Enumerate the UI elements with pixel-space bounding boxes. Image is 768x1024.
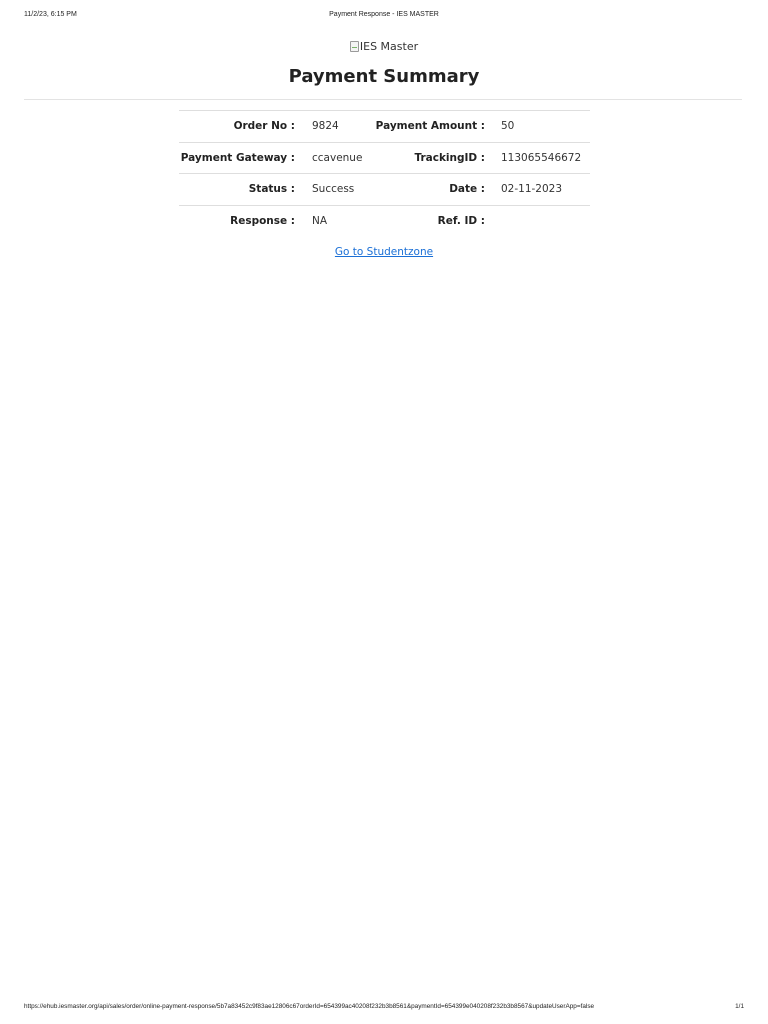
print-footer: https://ehub.iesmaster.org/api/sales/ord… [0, 1003, 768, 1013]
ref-id-value [485, 204, 590, 237]
broken-image-icon [349, 41, 359, 52]
page-title: Payment Summary [288, 66, 480, 87]
ref-id-label: Ref. ID : [370, 204, 485, 237]
print-page-title: Payment Response - IES MASTER [329, 11, 439, 18]
table-row: Response : NA Ref. ID : [179, 204, 590, 237]
studentzone-link-container: Go to Studentzone [0, 246, 768, 258]
print-footer-url: https://ehub.iesmaster.org/api/sales/ord… [24, 1003, 595, 1010]
order-no-value: 9824 [295, 110, 370, 142]
payment-summary-table: Order No : 9824 Payment Amount : 50 Paym… [179, 110, 590, 237]
date-value: 02-11-2023 [485, 173, 590, 205]
logo: IES Master [349, 40, 419, 53]
payment-amount-label: Payment Amount : [370, 110, 485, 142]
table-row: Status : Success Date : 02-11-2023 [179, 173, 590, 205]
print-page-number: 1/1 [735, 1003, 744, 1010]
response-value: NA [295, 204, 370, 237]
tracking-id-label: TrackingID : [370, 141, 485, 174]
response-label: Response : [179, 204, 295, 237]
status-label: Status : [179, 173, 295, 205]
logo-alt-text: IES Master [359, 40, 419, 53]
order-no-label: Order No : [179, 110, 295, 142]
payment-gateway-value: ccavenue [295, 141, 370, 174]
payment-amount-value: 50 [485, 110, 590, 142]
table-row: Order No : 9824 Payment Amount : 50 [179, 110, 590, 142]
title-divider [24, 99, 742, 100]
print-header: 11/2/23, 6:15 PM Payment Response - IES … [0, 11, 768, 21]
tracking-id-value: 113065546672 [485, 141, 590, 174]
go-to-studentzone-link[interactable]: Go to Studentzone [335, 246, 433, 258]
payment-gateway-label: Payment Gateway : [179, 141, 295, 174]
logo-container: IES Master [0, 40, 768, 55]
status-value: Success [295, 173, 370, 205]
date-label: Date : [370, 173, 485, 205]
table-row: Payment Gateway : ccavenue TrackingID : … [179, 141, 590, 174]
